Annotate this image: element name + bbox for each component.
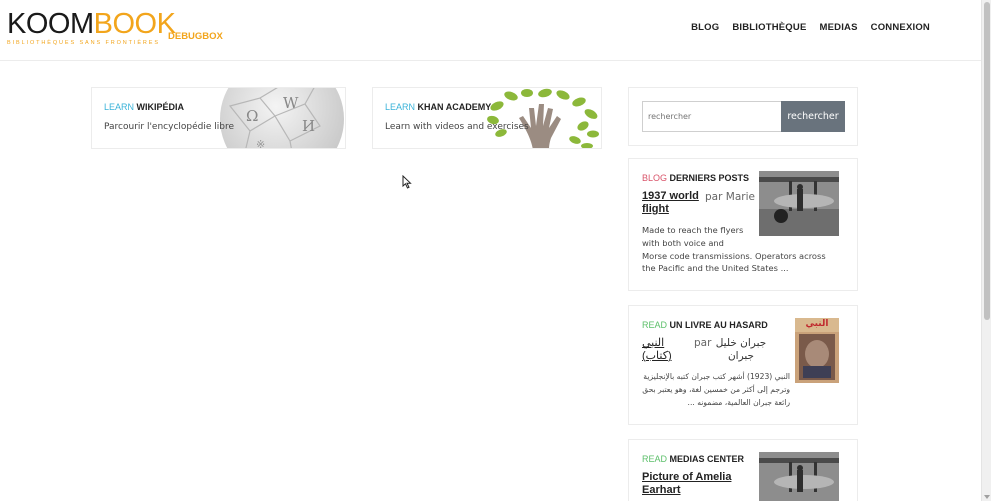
blog-kicker: BLOG: [642, 173, 668, 183]
media-item-thumbnail[interactable]: [759, 452, 839, 501]
wikipedia-description: Parcourir l'encyclopédie libre: [104, 122, 235, 132]
search-input[interactable]: [642, 101, 782, 132]
media-kicker: READ: [642, 454, 668, 464]
wikipedia-kicker: LEARN: [104, 102, 135, 112]
author-line: جبران: [727, 350, 755, 362]
page-scrollbar[interactable]: [981, 0, 991, 501]
airplane-photo-icon: [759, 452, 839, 501]
blog-post-thumbnail[interactable]: [759, 171, 839, 236]
svg-text:W: W: [283, 94, 299, 112]
khan-tree-icon: [487, 88, 599, 148]
nav-bibliotheque[interactable]: BIBLIOTHÈQUE: [732, 22, 806, 33]
book-excerpt: النبي (1923) أشهر كتب جبران كتبه بالإنجل…: [642, 371, 790, 409]
book-title-line1[interactable]: النبي: [642, 337, 682, 350]
airplane-photo-icon: [759, 171, 839, 236]
wikipedia-title: LEARN WIKIPÉDIA: [104, 102, 184, 112]
wikipedia-name: WIKIPÉDIA: [136, 102, 185, 112]
random-book-card: READ UN LIVRE AU HASARD النبي (كتاب) par…: [628, 305, 858, 425]
main-nav: BLOG BIBLIOTHÈQUE MEDIAS CONNEXION: [691, 22, 930, 33]
media-item-title-line2[interactable]: Earhart: [642, 484, 731, 497]
search-button[interactable]: rechercher: [781, 101, 845, 132]
excerpt-line: وترجم إلى أكثر من خمسين لغة، وهو يعتبر ب…: [642, 384, 790, 394]
svg-text:※: ※: [256, 138, 265, 149]
wikipedia-globe-icon: Ω W И ※: [220, 88, 344, 149]
book-title-line2[interactable]: (كتاب): [642, 350, 682, 363]
scroll-down-arrow-icon[interactable]: [984, 495, 990, 499]
wikipedia-card[interactable]: Ω W И ※ LEARN WIKIPÉDIA Parcourir l'ency…: [91, 87, 346, 149]
nav-medias[interactable]: MEDIAS: [820, 22, 858, 33]
book-cover[interactable]: النبي: [795, 318, 839, 383]
media-item-link[interactable]: Picture of Amelia Earhart: [642, 471, 731, 497]
nav-connexion[interactable]: CONNEXION: [871, 22, 930, 33]
khan-title: LEARN KHAN ACADEMY: [385, 102, 491, 112]
blog-post-author: par Marie: [705, 191, 755, 203]
excerpt-line: Morse code transmissions. Operators acro…: [642, 250, 826, 261]
excerpt-line: with both voice and: [642, 237, 724, 248]
debugbox-badge: DEBUGBOX: [168, 31, 223, 42]
media-center-card: READ MEDIAS CENTER Picture of Amelia Ear…: [628, 439, 858, 501]
book-by: par: [694, 337, 712, 349]
media-item-title-line1[interactable]: Picture of Amelia: [642, 471, 731, 484]
khan-academy-card[interactable]: LEARN KHAN ACADEMY Learn with videos and…: [372, 87, 602, 149]
random-book-kicker: READ: [642, 320, 668, 330]
excerpt-line: رائعة جبران العالمية، مضمونه ...: [687, 397, 790, 407]
blog-post-title-line2[interactable]: flight: [642, 203, 706, 216]
media-heading: MEDIAS CENTER: [669, 454, 745, 464]
svg-text:И: И: [302, 117, 315, 135]
book-cover-title: النبي: [805, 319, 829, 329]
book-author: جبران خليل جبران: [713, 337, 769, 363]
media-card-title: READ MEDIAS CENTER: [642, 454, 744, 464]
koombook-logo[interactable]: KOOMBOOK BIBLIOTHÈQUES SANS FRONTIÈRES: [7, 8, 176, 49]
site-header: KOOMBOOK BIBLIOTHÈQUES SANS FRONTIÈRES D…: [0, 0, 981, 61]
khan-name: KHAN ACADEMY: [417, 102, 492, 112]
khan-description: Learn with videos and exercises: [385, 122, 529, 132]
logo-koom: KOOM: [7, 8, 94, 40]
logo-book: BOOK: [93, 8, 176, 40]
random-book-heading: UN LIVRE AU HASARD: [669, 320, 768, 330]
nav-blog[interactable]: BLOG: [691, 22, 719, 33]
blog-card-title: BLOG DERNIERS POSTS: [642, 173, 749, 183]
blog-post-title-line1[interactable]: 1937 world: [642, 190, 706, 203]
svg-text:Ω: Ω: [246, 107, 258, 125]
blog-heading: DERNIERS POSTS: [669, 173, 750, 183]
logo-tagline: BIBLIOTHÈQUES SANS FRONTIÈRES: [7, 40, 160, 46]
mouse-cursor-icon: [402, 175, 412, 189]
scrollbar-thumb[interactable]: [984, 2, 990, 320]
blog-post-link[interactable]: 1937 world flight: [642, 190, 706, 216]
random-book-link[interactable]: النبي (كتاب): [642, 337, 682, 363]
author-line: جبران خليل: [715, 337, 767, 349]
random-book-card-title: READ UN LIVRE AU HASARD: [642, 320, 768, 330]
khan-kicker: LEARN: [385, 102, 416, 112]
search-card: rechercher: [628, 87, 858, 146]
excerpt-line: النبي (1923) أشهر كتب جبران كتبه بالإنجل…: [643, 372, 790, 381]
excerpt-line: the Pacific and the United States ...: [642, 263, 789, 274]
blog-card: BLOG DERNIERS POSTS 1937 world flight pa…: [628, 158, 858, 291]
